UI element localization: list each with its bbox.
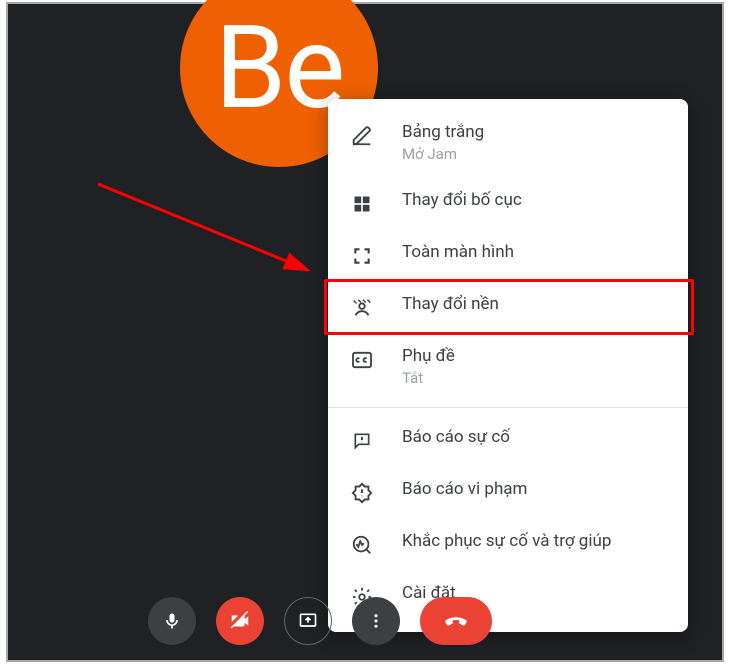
background-effects-icon: [350, 296, 374, 320]
menu-divider: [328, 407, 688, 408]
camera-off-icon: [229, 610, 251, 632]
pencil-icon: [350, 124, 374, 148]
highlight-box: [324, 279, 694, 335]
overflow-menu: Bảng trắng Mở Jam Thay đổi bố cục: [328, 99, 688, 632]
report-abuse-icon: [350, 481, 374, 505]
microphone-button[interactable]: [148, 597, 196, 645]
camera-off-button[interactable]: [216, 597, 264, 645]
fullscreen-icon: [350, 244, 374, 268]
menu-item-label: Khắc phục sự cố và trợ giúp: [402, 531, 611, 552]
menu-item-troubleshoot[interactable]: Khắc phục sự cố và trợ giúp: [328, 518, 688, 570]
annotation-arrow: [88, 174, 328, 284]
menu-item-label: Báo cáo sự cố: [402, 427, 510, 448]
menu-item-whiteboard[interactable]: Bảng trắng Mở Jam: [328, 109, 688, 177]
hangup-icon: [441, 606, 471, 636]
menu-item-captions[interactable]: Phụ đề Tắt: [328, 333, 688, 401]
present-button[interactable]: [284, 597, 332, 645]
menu-item-sublabel: Tắt: [402, 369, 455, 388]
menu-item-sublabel: Mở Jam: [402, 145, 484, 164]
menu-item-label: Thay đổi bố cục: [402, 190, 522, 211]
menu-item-change-background[interactable]: Thay đổi nền: [328, 281, 688, 333]
app-frame: Be Bảng trắng Mở Jam: [6, 2, 724, 662]
captions-icon: [350, 348, 374, 372]
hangup-button[interactable]: [420, 597, 492, 645]
menu-item-label: Thay đổi nền: [402, 294, 499, 315]
menu-item-label: Phụ đề: [402, 346, 455, 367]
layout-icon: [350, 192, 374, 216]
menu-item-label: Báo cáo vi phạm: [402, 479, 527, 500]
more-options-button[interactable]: [352, 597, 400, 645]
menu-item-label: Bảng trắng: [402, 122, 484, 143]
avatar-initials: Be: [215, 1, 344, 136]
more-vertical-icon: [367, 612, 385, 630]
troubleshoot-icon: [350, 533, 374, 557]
menu-item-change-layout[interactable]: Thay đổi bố cục: [328, 177, 688, 229]
feedback-icon: [350, 429, 374, 453]
menu-item-report-abuse[interactable]: Báo cáo vi phạm: [328, 466, 688, 518]
present-icon: [298, 611, 318, 631]
call-controls-bar: [8, 582, 722, 660]
menu-item-label: Toàn màn hình: [402, 242, 514, 263]
menu-item-fullscreen[interactable]: Toàn màn hình: [328, 229, 688, 281]
microphone-icon: [162, 611, 182, 631]
menu-item-report-problem[interactable]: Báo cáo sự cố: [328, 414, 688, 466]
